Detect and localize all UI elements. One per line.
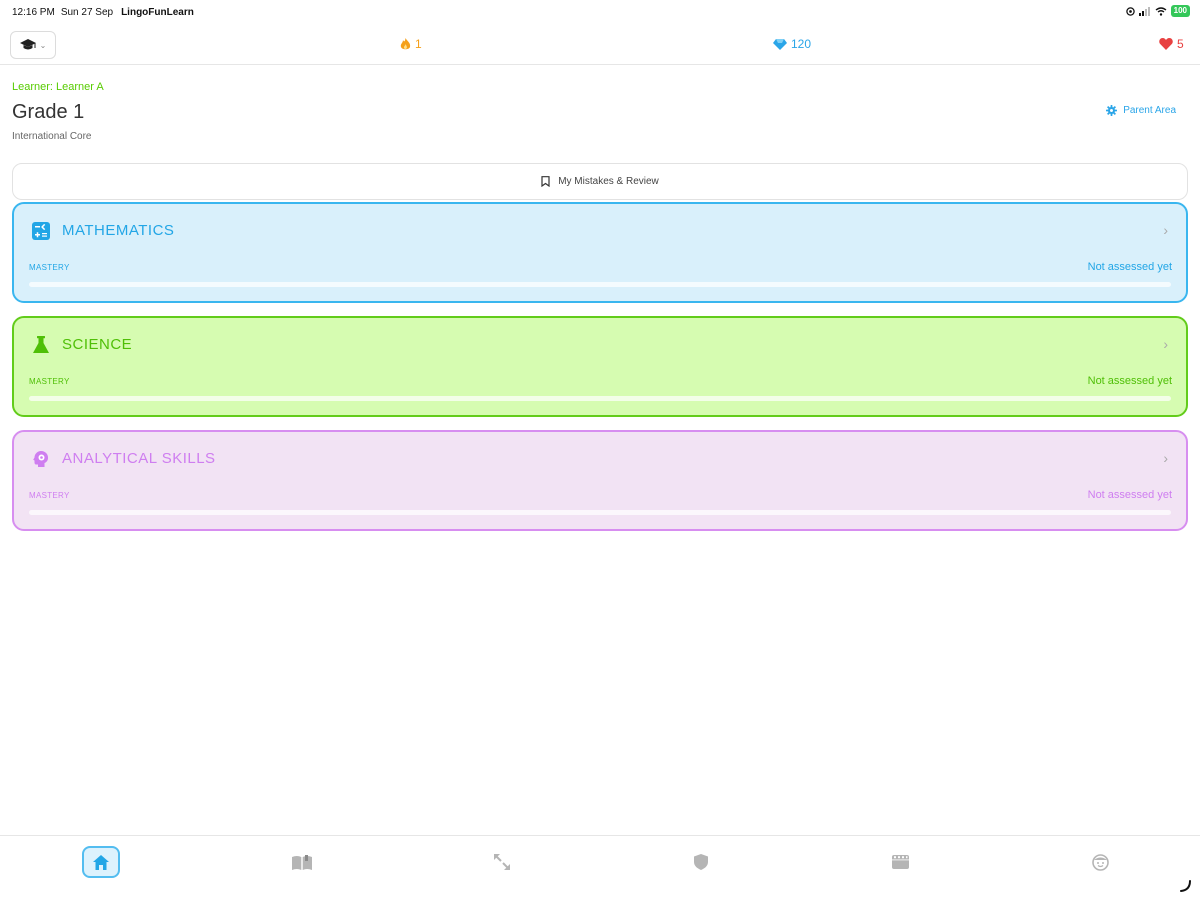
wifi-icon: [1155, 6, 1167, 16]
book-icon: [292, 854, 312, 870]
status-app-name: LingoFunLearn: [121, 6, 194, 18]
chevron-right-icon: ›: [1163, 450, 1168, 466]
subject-title: SCIENCE: [62, 336, 133, 353]
subject-card-mathematics[interactable]: MATHEMATICS › MASTERY Not assessed yet: [12, 202, 1188, 303]
mastery-label: MASTERY: [29, 377, 70, 386]
graduation-cap-icon: [19, 39, 36, 50]
curriculum-label: International Core: [12, 131, 92, 142]
signal-icon: [1138, 6, 1150, 16]
expand-arrows-icon: [494, 854, 510, 870]
mastery-progress-bar: [29, 510, 1171, 515]
chevron-right-icon: ›: [1163, 222, 1168, 238]
location-icon: [1125, 6, 1135, 16]
mistakes-review-label: My Mistakes & Review: [558, 176, 659, 187]
streak-counter[interactable]: 1: [400, 37, 422, 51]
nav-league[interactable]: [682, 846, 720, 878]
calculator-icon: [32, 222, 50, 240]
gem-icon: [773, 38, 787, 50]
mastery-progress-bar: [29, 396, 1171, 401]
status-date: Sun 27 Sep: [60, 6, 114, 18]
film-icon: [891, 855, 909, 869]
hearts-counter[interactable]: 5: [1159, 37, 1184, 51]
heart-icon: [1159, 38, 1173, 50]
nav-home[interactable]: [82, 846, 120, 878]
mastery-status: Not assessed yet: [1087, 489, 1172, 501]
chevron-right-icon: ›: [1163, 336, 1168, 352]
gear-icon: [1106, 105, 1118, 116]
hearts-value: 5: [1177, 37, 1184, 51]
top-bar: ⌄ 1 120 5: [0, 27, 1200, 65]
chevron-down-icon: ⌄: [39, 40, 47, 50]
mastery-status: Not assessed yet: [1087, 261, 1172, 273]
brain-head-icon: [32, 450, 50, 468]
grade-picker-button[interactable]: ⌄: [10, 31, 56, 59]
mastery-label: MASTERY: [29, 491, 70, 500]
status-indicators: 100: [1125, 5, 1190, 17]
mastery-label: MASTERY: [29, 263, 70, 272]
nav-learn[interactable]: [283, 846, 321, 878]
subject-card-science[interactable]: SCIENCE › MASTERY Not assessed yet: [12, 316, 1188, 417]
bookmark-icon: [541, 176, 550, 187]
status-bar: 12:16 PM Sun 27 Sep LingoFunLearn 100: [0, 0, 1200, 24]
battery-indicator: 100: [1170, 5, 1190, 17]
page-title: Grade 1: [12, 101, 85, 123]
flask-icon: [32, 336, 50, 354]
home-icon: [93, 854, 109, 870]
learner-label[interactable]: Learner: Learner A: [12, 81, 104, 93]
parent-area-button[interactable]: Parent Area: [1106, 105, 1176, 116]
mastery-status: Not assessed yet: [1087, 375, 1172, 387]
mistakes-review-button[interactable]: My Mistakes & Review: [12, 163, 1188, 200]
resize-handle-icon: [1180, 880, 1191, 892]
status-time: 12:16 PM: [12, 6, 55, 18]
subject-card-analytical-skills[interactable]: ANALYTICAL SKILLS › MASTERY Not assessed…: [12, 430, 1188, 531]
nav-profile[interactable]: [1081, 846, 1119, 878]
nav-practice[interactable]: [483, 846, 521, 878]
streak-value: 1: [415, 37, 422, 51]
gems-value: 120: [791, 37, 812, 51]
gems-counter[interactable]: 120: [773, 37, 811, 51]
mastery-progress-bar: [29, 282, 1171, 287]
parent-area-label: Parent Area: [1123, 105, 1176, 116]
subject-title: ANALYTICAL SKILLS: [62, 450, 216, 467]
nav-videos[interactable]: [881, 846, 919, 878]
face-icon: [1091, 853, 1109, 871]
subject-title: MATHEMATICS: [62, 222, 175, 239]
shield-icon: [694, 854, 708, 870]
flame-icon: [400, 37, 411, 49]
bottom-nav: [0, 835, 1200, 899]
